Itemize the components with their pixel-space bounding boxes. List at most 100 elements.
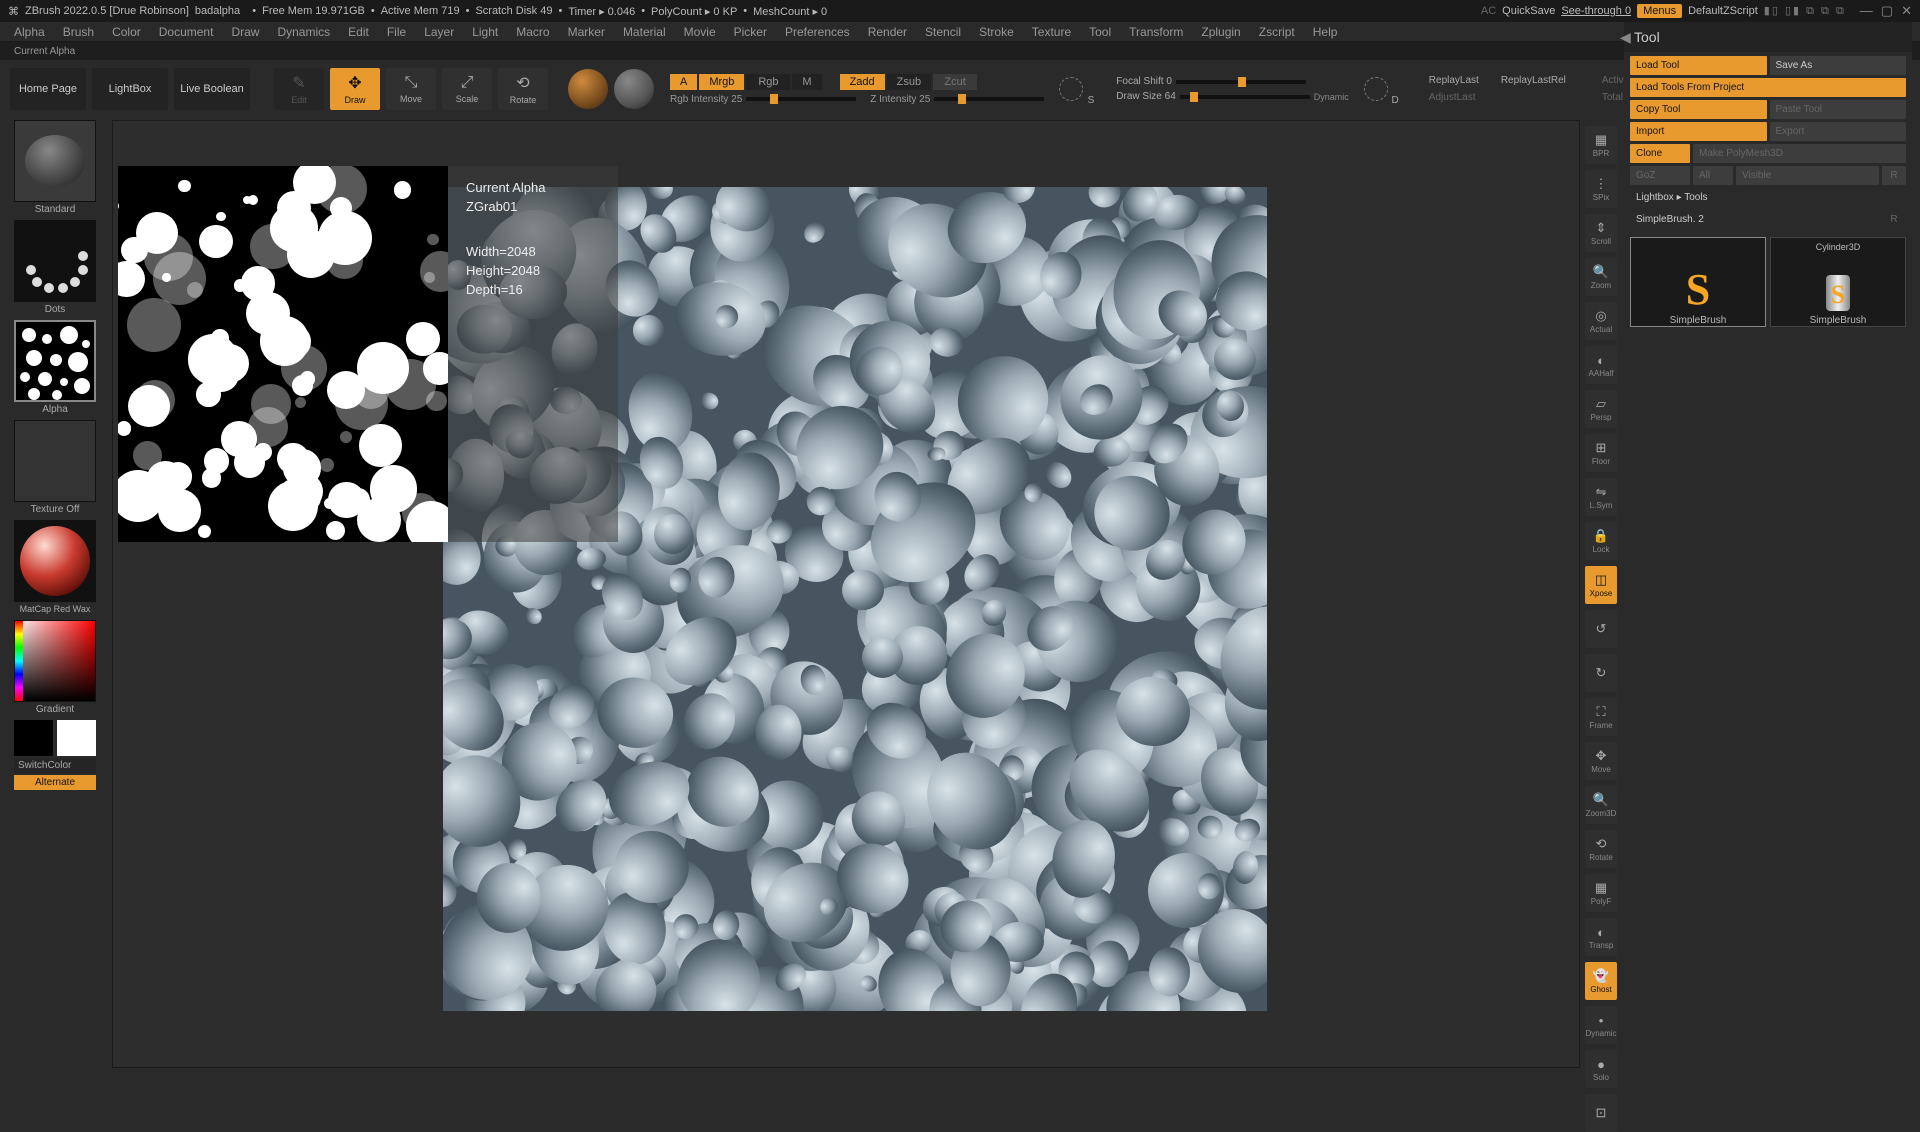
- right-icon-scroll[interactable]: ⇕Scroll: [1585, 214, 1617, 252]
- menu-draw[interactable]: Draw: [231, 25, 259, 39]
- save-as-button[interactable]: Save As: [1770, 56, 1907, 75]
- zsub-mode[interactable]: Zsub: [887, 74, 931, 90]
- menu-zplugin[interactable]: Zplugin: [1201, 25, 1240, 39]
- right-icon-lock[interactable]: 🔒Lock: [1585, 522, 1617, 560]
- menu-document[interactable]: Document: [159, 25, 214, 39]
- right-icon-aahalf[interactable]: ◐AAHalf: [1585, 346, 1617, 384]
- close-icon[interactable]: ✕: [1901, 3, 1912, 19]
- load-from-project-button[interactable]: Load Tools From Project: [1630, 78, 1906, 97]
- stroke-thumbnail[interactable]: [14, 220, 96, 302]
- mrgb-mode[interactable]: Mrgb: [699, 74, 744, 90]
- m-mode[interactable]: M: [792, 74, 821, 90]
- menu-stroke[interactable]: Stroke: [979, 25, 1014, 39]
- menus-button[interactable]: Menus: [1637, 4, 1682, 18]
- goz-r-button[interactable]: R: [1882, 166, 1906, 185]
- symmetry-d-icon[interactable]: D: [1361, 74, 1391, 104]
- menu-movie[interactable]: Movie: [684, 25, 716, 39]
- switchcolor-button[interactable]: SwitchColor: [14, 758, 96, 773]
- right-icon-blank[interactable]: ⊡: [1585, 1094, 1617, 1132]
- menu-marker[interactable]: Marker: [568, 25, 605, 39]
- replaylastrel-button[interactable]: ReplayLastRel: [1491, 73, 1576, 88]
- simplebrush2-label[interactable]: SimpleBrush. 2: [1630, 210, 1879, 229]
- draw-size-slider[interactable]: [1180, 95, 1310, 99]
- menu-texture[interactable]: Texture: [1032, 25, 1071, 39]
- menu-layer[interactable]: Layer: [424, 25, 454, 39]
- rotate-button[interactable]: ⟲Rotate: [498, 68, 548, 110]
- right-icon-dynamic[interactable]: •Dynamic: [1585, 1006, 1617, 1044]
- menu-tool[interactable]: Tool: [1089, 25, 1111, 39]
- right-icon-spix[interactable]: ⋮SPix: [1585, 170, 1617, 208]
- adjustlast-button[interactable]: AdjustLast: [1419, 90, 1489, 105]
- clone-button[interactable]: Clone: [1630, 144, 1690, 163]
- menu-light[interactable]: Light: [472, 25, 498, 39]
- gyro-sphere-2[interactable]: [614, 69, 654, 109]
- right-icon-l.sym[interactable]: ⇋L.Sym: [1585, 478, 1617, 516]
- texture-thumbnail[interactable]: [14, 420, 96, 502]
- menu-edit[interactable]: Edit: [348, 25, 369, 39]
- right-icon-rotate[interactable]: ⟲Rotate: [1585, 830, 1617, 868]
- right-icon-xpose[interactable]: ◫Xpose: [1585, 566, 1617, 604]
- lightbox-button[interactable]: LightBox: [92, 68, 168, 110]
- menu-zscript[interactable]: Zscript: [1259, 25, 1295, 39]
- paste-tool-button[interactable]: Paste Tool: [1770, 100, 1907, 119]
- focal-shift-slider[interactable]: [1176, 80, 1306, 84]
- tool-thumb-cylinder[interactable]: Cylinder3D S SimpleBrush: [1770, 237, 1906, 327]
- menu-color[interactable]: Color: [112, 25, 141, 39]
- menu-material[interactable]: Material: [623, 25, 666, 39]
- maximize-icon[interactable]: ▢: [1881, 3, 1893, 19]
- right-icon-actual[interactable]: ◎Actual: [1585, 302, 1617, 340]
- load-tool-button[interactable]: Load Tool: [1630, 56, 1767, 75]
- menu-dynamics[interactable]: Dynamics: [277, 25, 330, 39]
- dynamic-label[interactable]: Dynamic: [1314, 92, 1349, 102]
- menu-stencil[interactable]: Stencil: [925, 25, 961, 39]
- goz-all-button[interactable]: All: [1693, 166, 1733, 185]
- z-intensity-slider[interactable]: [934, 97, 1044, 101]
- right-icon-bpr[interactable]: ▦BPR: [1585, 126, 1617, 164]
- rgb-intensity-slider[interactable]: [746, 97, 856, 101]
- tool-thumb-simplebrush[interactable]: S SimpleBrush: [1630, 237, 1766, 327]
- menu-file[interactable]: File: [387, 25, 406, 39]
- right-icon-transp[interactable]: ◐Transp: [1585, 918, 1617, 956]
- menu-preferences[interactable]: Preferences: [785, 25, 850, 39]
- menu-transform[interactable]: Transform: [1129, 25, 1183, 39]
- import-button[interactable]: Import: [1630, 122, 1767, 141]
- a-mode[interactable]: A: [670, 74, 697, 90]
- gradient-label[interactable]: Gradient: [36, 704, 74, 718]
- copy-tool-button[interactable]: Copy Tool: [1630, 100, 1767, 119]
- rgb-mode[interactable]: Rgb: [746, 74, 790, 90]
- homepage-button[interactable]: Home Page: [10, 68, 86, 110]
- symmetry-s-icon[interactable]: S: [1056, 74, 1086, 104]
- material-thumbnail[interactable]: [14, 520, 96, 602]
- gyro-sphere-1[interactable]: [568, 69, 608, 109]
- panel-collapse-icon[interactable]: ◀: [1620, 29, 1631, 46]
- layout-icons[interactable]: ▮▯ ▯▮ ⧉ ⧉ ⧉: [1764, 4, 1846, 18]
- right-icon-move[interactable]: ✥Move: [1585, 742, 1617, 780]
- liveboolean-button[interactable]: Live Boolean: [174, 68, 250, 110]
- menu-brush[interactable]: Brush: [63, 25, 94, 39]
- right-icon-persp[interactable]: ▱Persp: [1585, 390, 1617, 428]
- canvas[interactable]: Current Alpha ZGrab01 Width=2048 Height=…: [112, 120, 1580, 1068]
- menu-picker[interactable]: Picker: [734, 25, 767, 39]
- zadd-mode[interactable]: Zadd: [840, 74, 885, 90]
- menu-macro[interactable]: Macro: [516, 25, 549, 39]
- color-picker[interactable]: [14, 620, 96, 702]
- right-icon-ghost[interactable]: 👻Ghost: [1585, 962, 1617, 1000]
- make-polymesh-button[interactable]: Make PolyMesh3D: [1693, 144, 1906, 163]
- scale-button[interactable]: ⤢Scale: [442, 68, 492, 110]
- draw-button[interactable]: ✥Draw: [330, 68, 380, 110]
- tool-r-button[interactable]: R: [1882, 210, 1906, 229]
- right-icon-floor[interactable]: ⊞Floor: [1585, 434, 1617, 472]
- right-icon-polyf[interactable]: ▦PolyF: [1585, 874, 1617, 912]
- right-icon-blank[interactable]: ↻: [1585, 654, 1617, 692]
- zcut-mode[interactable]: Zcut: [933, 74, 977, 90]
- right-icon-zoom3d[interactable]: 🔍Zoom3D: [1585, 786, 1617, 824]
- hue-bar[interactable]: [15, 621, 23, 701]
- right-icon-zoom[interactable]: 🔍Zoom: [1585, 258, 1617, 296]
- edit-button[interactable]: ✎Edit: [274, 68, 324, 110]
- default-zscript[interactable]: DefaultZScript: [1688, 5, 1758, 17]
- menu-render[interactable]: Render: [868, 25, 907, 39]
- seethrough-slider[interactable]: See-through 0: [1561, 5, 1631, 17]
- lightbox-tools-button[interactable]: Lightbox ▸ Tools: [1630, 188, 1906, 207]
- alternate-button[interactable]: Alternate: [14, 775, 96, 790]
- menu-help[interactable]: Help: [1313, 25, 1338, 39]
